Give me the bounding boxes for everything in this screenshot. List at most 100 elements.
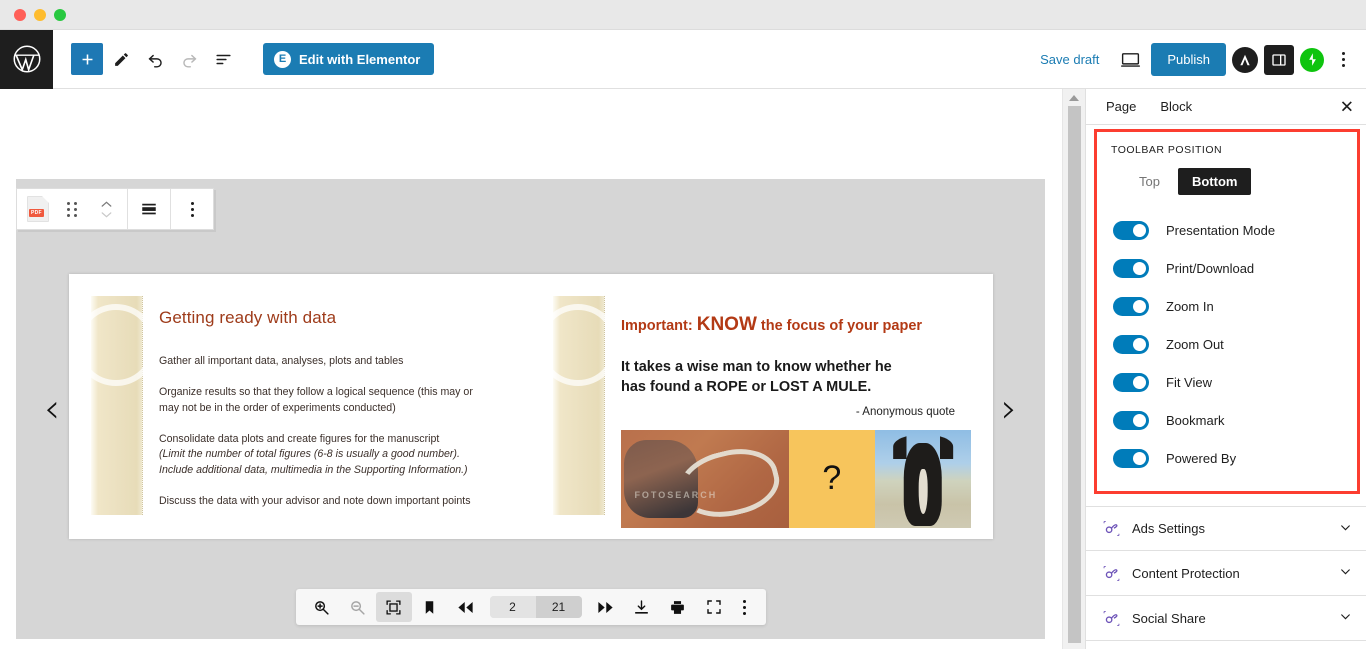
slide-left-title: Getting ready with data: [159, 308, 337, 327]
zoom-out-icon[interactable]: [340, 592, 376, 622]
more-options-icon[interactable]: [1330, 45, 1356, 75]
pdf-block-icon[interactable]: PDF: [21, 189, 55, 229]
jetpack-logo-icon[interactable]: [1300, 47, 1324, 72]
accordion-social-share[interactable]: Social Share: [1086, 596, 1366, 641]
minimize-window-button[interactable]: [34, 8, 46, 21]
photo-watermark: FOTOSEARCH: [634, 490, 718, 501]
close-sidebar-icon[interactable]: ✕: [1340, 98, 1354, 115]
block-options-icon[interactable]: [175, 189, 209, 229]
elementor-badge-icon: E: [274, 50, 291, 68]
toggle-row-print-download: Print/Download: [1097, 249, 1357, 287]
zoom-in-icon[interactable]: [304, 592, 340, 622]
window-controls: [14, 8, 66, 21]
slide-right-attribution: - Anonymous quote: [855, 405, 955, 418]
undo-button[interactable]: [139, 43, 171, 75]
slide-left-bullet-4: Discuss the data with your advisor and n…: [159, 495, 471, 508]
page-indicator[interactable]: 2 21: [489, 596, 582, 618]
align-block-icon[interactable]: [132, 189, 166, 229]
toggle-zoom-out[interactable]: [1113, 334, 1149, 354]
scroll-up-arrow-icon[interactable]: [1063, 89, 1085, 106]
scrollbar-thumb[interactable]: [1067, 106, 1081, 643]
slide-left-note-2: Include additional data, multimedia in t…: [159, 463, 468, 476]
next-page-icon[interactable]: [588, 592, 624, 622]
position-option-top[interactable]: Top: [1125, 168, 1174, 195]
settings-sidebar: Page Block ✕ TOOLBAR POSITION Top Bottom…: [1085, 89, 1366, 649]
toggle-presentation-mode[interactable]: [1113, 220, 1149, 240]
toggle-label-powered-by: Powered By: [1166, 450, 1237, 466]
slide-right-title: Important: KNOW the focus of your paper: [621, 314, 971, 336]
next-slide-arrow[interactable]: ›: [1001, 389, 1017, 429]
slide-decoration-band: [75, 296, 157, 515]
tab-block[interactable]: Block: [1148, 89, 1204, 124]
save-draft-button[interactable]: Save draft: [1030, 52, 1109, 67]
previous-page-icon[interactable]: [448, 592, 484, 622]
publish-button[interactable]: Publish: [1151, 43, 1226, 76]
astra-logo-icon[interactable]: [1232, 46, 1258, 73]
slide-left-bullet-1: Gather all important data, analyses, plo…: [159, 355, 404, 367]
redo-button[interactable]: [173, 43, 205, 75]
pdf-slide-right: Important: KNOW the focus of your paper …: [531, 274, 993, 539]
settings-sidebar-icon[interactable]: [1264, 44, 1294, 75]
fullscreen-icon[interactable]: [696, 592, 732, 622]
pdf-slide-left: Getting ready with data Gather all impor…: [69, 274, 531, 539]
position-option-bottom[interactable]: Bottom: [1177, 168, 1252, 195]
block-toolbar-group-1: PDF: [17, 189, 127, 229]
slide-right-title-suffix: the focus of your paper: [756, 318, 923, 334]
previous-slide-arrow[interactable]: ‹: [44, 389, 60, 429]
chevron-down-icon: [1339, 565, 1352, 581]
mule-blaze-marking: [918, 468, 928, 514]
slide-right-quote: It takes a wise man to know whether he h…: [621, 358, 971, 398]
accordion-content-protection[interactable]: Content Protection: [1086, 551, 1366, 596]
canvas-scrollbar[interactable]: [1062, 89, 1085, 649]
toggle-row-zoom-out: Zoom Out: [1097, 325, 1357, 363]
pdf-badge-label: PDF: [29, 209, 44, 217]
download-icon[interactable]: [624, 592, 660, 622]
close-window-button[interactable]: [14, 8, 26, 21]
bookmark-icon[interactable]: [412, 592, 448, 622]
embedpress-icon: [1102, 564, 1121, 583]
slide-right-title-prefix: Important:: [621, 318, 697, 334]
slide-left-bullet-2: Organize results so that they follow a l…: [159, 386, 473, 414]
slide-left-body: Getting ready with data Gather all impor…: [143, 274, 531, 539]
accordion-label-ads-settings: Ads Settings: [1132, 521, 1205, 536]
list-view-button[interactable]: [207, 43, 239, 75]
print-icon[interactable]: [660, 592, 696, 622]
slide-right-body: Important: KNOW the focus of your paper …: [605, 274, 993, 539]
embedpress-icon: [1102, 609, 1121, 628]
total-pages-label: 21: [535, 596, 582, 618]
maximize-window-button[interactable]: [54, 8, 66, 21]
tab-page[interactable]: Page: [1094, 89, 1148, 124]
accordion-label-content-protection: Content Protection: [1132, 565, 1240, 581]
slide-left-bullet-3-main: Consolidate data plots and create figure…: [159, 433, 440, 446]
toggle-zoom-in[interactable]: [1113, 296, 1149, 316]
edit-pencil-button[interactable]: [105, 43, 137, 75]
chevron-down-icon: [1339, 521, 1352, 537]
viewer-more-options-icon[interactable]: [732, 592, 758, 622]
toggle-print-download[interactable]: [1113, 258, 1149, 278]
block-toolbar-group-2: [128, 189, 170, 229]
quote-line-2: has found a ROPE or LOST A MULE.: [621, 378, 872, 395]
accordion-ads-settings[interactable]: Ads Settings: [1086, 506, 1366, 551]
toggle-row-powered-by: Powered By: [1097, 439, 1357, 477]
drag-handle-icon[interactable]: [55, 189, 89, 229]
toggle-label-presentation-mode: Presentation Mode: [1166, 222, 1276, 238]
toggle-fit-view[interactable]: [1113, 372, 1149, 392]
edit-with-elementor-button[interactable]: E Edit with Elementor: [263, 43, 435, 75]
move-block-up-down-icon[interactable]: [89, 189, 123, 229]
current-page-input[interactable]: 2: [489, 596, 536, 618]
pdf-document-spread: Getting ready with data Gather all impor…: [69, 274, 993, 539]
edit-with-elementor-label: Edit with Elementor: [299, 51, 421, 67]
rope-photo: FOTOSEARCH: [621, 429, 789, 528]
block-toolbar: PDF: [16, 188, 214, 230]
fit-view-icon[interactable]: [375, 592, 412, 622]
toolbar-position-toggle-group: Top Bottom: [1097, 168, 1357, 195]
slide-right-image-row: FOTOSEARCH ?: [621, 429, 971, 528]
pdf-viewer-toolbar: 2 21: [295, 589, 766, 625]
block-toolbar-group-3: [171, 189, 213, 229]
add-block-button[interactable]: [71, 43, 103, 75]
toggle-label-zoom-in: Zoom In: [1166, 298, 1214, 314]
toggle-bookmark[interactable]: [1113, 410, 1149, 430]
desktop-preview-icon[interactable]: [1115, 45, 1145, 75]
toggle-powered-by[interactable]: [1113, 448, 1149, 468]
wordpress-logo-icon[interactable]: [0, 29, 53, 89]
